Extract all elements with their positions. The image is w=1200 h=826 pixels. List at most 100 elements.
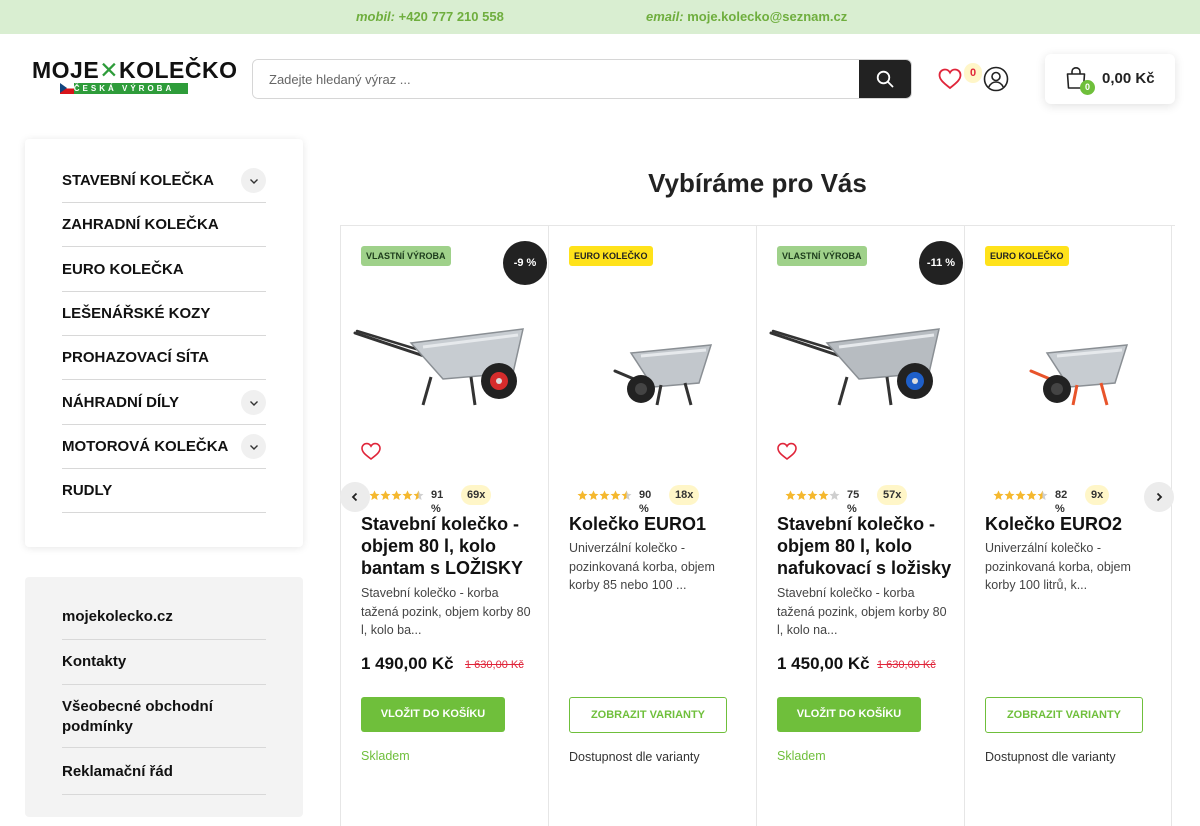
show-variants-button[interactable]: ZOBRAZIT VARIANTY [569, 697, 727, 733]
product-description: Stavební kolečko - korba tažená pozink, … [777, 586, 947, 637]
product-badge: VLASTNÍ VÝROBA [777, 246, 867, 266]
carousel-next-button[interactable] [1144, 482, 1174, 512]
discount-badge: -11 % [919, 241, 963, 285]
add-to-cart-button[interactable]: VLOŽIT DO KOŠÍKU [777, 697, 921, 732]
info-link[interactable]: Všeobecné obchodní podmínky [62, 697, 266, 748]
chevron-right-icon [1156, 492, 1163, 502]
sidebar-category-item[interactable]: MOTOROVÁ KOLEČKA [62, 425, 266, 469]
category-label: MOTOROVÁ KOLEČKA [62, 438, 229, 455]
email-address[interactable]: moje.kolecko@seznam.cz [687, 9, 847, 24]
category-menu: STAVEBNÍ KOLEČKA ZAHRADNÍ KOLEČKA EURO KOL… [25, 139, 303, 547]
phone-label: mobil: [356, 9, 395, 24]
rating-percent: 82 % [1055, 489, 1068, 515]
product-image[interactable] [769, 301, 953, 411]
product-description: Univerzální kolečko - pozinkovaná korba,… [985, 541, 1131, 592]
category-label: RUDLY [62, 482, 113, 499]
category-label: EURO KOLEČKA [62, 261, 184, 278]
info-link[interactable]: mojekolecko.cz [62, 607, 266, 640]
chevron-down-icon[interactable] [241, 434, 266, 459]
chevron-down-icon[interactable] [241, 168, 266, 193]
product-name[interactable]: Stavební kolečko - objem 80 l, kolo bant… [361, 513, 536, 579]
availability-status: Dostupnost dle varianty [569, 750, 700, 764]
show-variants-button[interactable]: ZOBRAZIT VARIANTY [985, 697, 1143, 733]
product-image[interactable] [353, 301, 537, 411]
category-label: LEŠENÁŘSKÉ KOZY [62, 305, 211, 322]
old-price: 1 630,00 Kč [877, 659, 936, 671]
product-price: 1 450,00 Kč [777, 654, 870, 673]
discount-badge: -9 % [503, 241, 547, 285]
category-label: NÁHRADNÍ DÍLY [62, 394, 179, 411]
product-card: VLASTNÍ VÝROBA -11 % 75 % 57x Stavební kole… [756, 226, 964, 826]
info-link[interactable]: Kontakty [62, 652, 266, 685]
product-description: Stavební kolečko - korba tažená pozink, … [361, 586, 531, 637]
carousel-prev-button[interactable] [340, 482, 370, 512]
availability-status: Skladem [777, 749, 826, 763]
product-card: VLASTNÍ VÝROBA -9 % 91 % 69x Stavební koleč… [340, 226, 548, 826]
phone-number[interactable]: +420 777 210 558 [399, 9, 504, 24]
logo-tagline: ČESKÁ VÝROBA [60, 83, 188, 94]
logo-word-right: KOLEČKO [118, 57, 238, 83]
product-name[interactable]: Kolečko EURO1 [569, 513, 744, 535]
heart-icon [938, 68, 962, 90]
section-title: Vybíráme pro Vás [648, 168, 867, 198]
product-card: EURO KOLEČKO 90 % 18x Kolečko EURO1 Univerz… [548, 226, 756, 826]
cart-count-badge: 0 [1080, 80, 1095, 95]
phone-contact[interactable]: mobil: +420 777 210 558 [356, 9, 504, 24]
sidebar-category-item[interactable]: STAVEBNÍ KOLEČKA [62, 159, 266, 203]
product-description: Univerzální kolečko - pozinkovaná korba,… [569, 541, 715, 592]
add-to-cart-button[interactable]: VLOŽIT DO KOŠÍKU [361, 697, 505, 732]
product-image[interactable] [561, 301, 745, 411]
review-count: 9x [1085, 485, 1110, 505]
rating-stars [993, 488, 1048, 502]
sidebar-category-item[interactable]: PROHAZOVACÍ SÍTA [62, 336, 266, 380]
review-count: 18x [669, 485, 700, 505]
account-button[interactable] [983, 66, 1009, 92]
product-name[interactable]: Stavební kolečko - objem 80 l, kolo nafu… [777, 513, 952, 579]
product-carousel: VLASTNÍ VÝROBA -9 % 91 % 69x Stavební koleč… [340, 225, 1175, 826]
chevron-down-icon[interactable] [241, 390, 266, 415]
product-name[interactable]: Kolečko EURO2 [985, 513, 1160, 535]
site-logo[interactable]: MOJE✕KOLEČKO ČESKÁ VÝROBA [32, 57, 237, 96]
heart-icon[interactable] [360, 441, 382, 466]
rating-percent: 90 % [639, 489, 652, 515]
sidebar-category-item[interactable]: EURO KOLEČKA [62, 248, 266, 292]
rating-percent: 75 % [847, 489, 860, 515]
sidebar-category-item[interactable]: RUDLY [62, 469, 266, 513]
old-price: 1 630,00 Kč [465, 659, 524, 671]
rating-stars [577, 488, 632, 502]
sidebar-category-item[interactable]: NÁHRADNÍ DÍLY [62, 381, 266, 425]
search-button[interactable] [859, 60, 911, 98]
rating-percent: 91 % [431, 489, 444, 515]
category-label: STAVEBNÍ KOLEČKA [62, 172, 214, 189]
magnifier-icon [876, 70, 894, 88]
product-card: EURO KOLEČKO 82 % 9x Kolečko EURO2 Univerzá… [964, 226, 1172, 826]
sidebar-category-item[interactable]: ZAHRADNÍ KOLEČKA [62, 203, 266, 247]
review-count: 57x [877, 485, 908, 505]
user-icon [983, 66, 1009, 92]
search-input[interactable] [253, 60, 860, 98]
email-contact[interactable]: email: moje.kolecko@seznam.cz [646, 9, 847, 24]
chevron-left-icon [351, 492, 358, 502]
product-image[interactable] [977, 301, 1161, 411]
czech-flag-icon [60, 83, 74, 94]
rating-stars [785, 488, 840, 502]
category-label: PROHAZOVACÍ SÍTA [62, 349, 209, 366]
product-price: 1 490,00 Kč [361, 654, 454, 673]
availability-status: Skladem [361, 749, 410, 763]
email-label: email: [646, 9, 684, 24]
product-badge: EURO KOLEČKO [985, 246, 1069, 266]
sidebar-category-item[interactable]: LEŠENÁŘSKÉ KOZY [62, 292, 266, 336]
cart-button[interactable]: 0 0,00 Kč [1045, 54, 1175, 104]
heart-icon[interactable] [776, 441, 798, 466]
info-link[interactable]: Reklamační řád [62, 762, 266, 795]
info-links-box: mojekolecko.cz Kontakty Všeobecné obchodní… [25, 577, 303, 817]
wishlist-count: 0 [964, 63, 983, 83]
category-label: ZAHRADNÍ KOLEČKA [62, 216, 219, 233]
logo-word-left: MOJE [32, 57, 100, 83]
review-count: 69x [461, 485, 492, 505]
availability-status: Dostupnost dle varianty [985, 750, 1116, 764]
wishlist-button[interactable]: 0 [937, 63, 983, 92]
cart-total: 0,00 Kč [1102, 70, 1155, 87]
top-contact-bar: mobil: +420 777 210 558 email: moje.kole… [0, 0, 1200, 34]
product-badge: EURO KOLEČKO [569, 246, 653, 266]
